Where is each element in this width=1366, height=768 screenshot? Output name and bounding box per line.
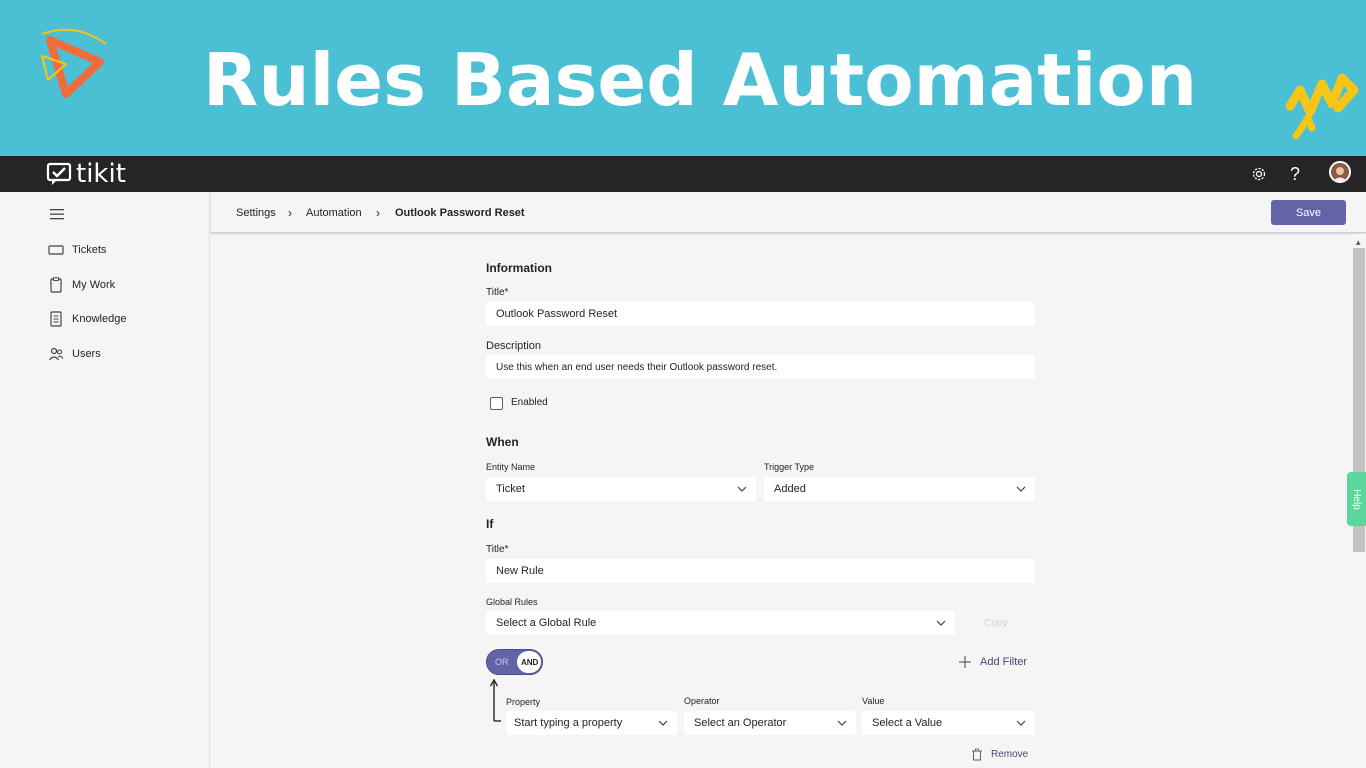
ticket-icon xyxy=(48,242,64,258)
banner-title: Rules Based Automation xyxy=(202,38,1198,122)
zigzag-decoration-icon xyxy=(1285,73,1359,140)
connector-arrow-icon xyxy=(489,678,501,722)
sidebar-item-knowledge[interactable]: Knowledge xyxy=(48,309,126,329)
remove-filter-button[interactable]: Remove xyxy=(971,748,1028,761)
global-rules-select[interactable]: Select a Global Rule xyxy=(486,611,955,635)
brand-name: tikit xyxy=(76,159,126,189)
global-rules-value: Select a Global Rule xyxy=(496,617,597,629)
title-input[interactable]: Outlook Password Reset xyxy=(486,302,1035,326)
chevron-down-icon xyxy=(1016,486,1026,492)
document-icon xyxy=(48,311,64,327)
operator-select[interactable]: Select an Operator xyxy=(684,711,856,735)
sidebar-item-label: My Work xyxy=(72,279,116,291)
chevron-down-icon xyxy=(737,486,747,492)
value-placeholder: Select a Value xyxy=(872,717,943,729)
trigger-type-value: Added xyxy=(774,483,806,495)
breadcrumb-automation[interactable]: Automation xyxy=(306,207,362,219)
trigger-type-label: Trigger Type xyxy=(764,462,815,472)
property-input[interactable]: Start typing a property xyxy=(506,711,677,735)
property-label: Property xyxy=(506,697,541,707)
brand-logo[interactable]: tikit xyxy=(46,158,126,190)
enabled-checkbox[interactable] xyxy=(490,397,503,410)
rule-title-label: Title* xyxy=(486,544,509,555)
sidebar-item-label: Tickets xyxy=(72,244,107,256)
sidebar-item-my-work[interactable]: My Work xyxy=(48,275,115,295)
chevron-down-icon xyxy=(837,720,847,726)
value-select[interactable]: Select a Value xyxy=(862,711,1035,735)
sidebar-item-label: Users xyxy=(72,348,101,360)
add-filter-button[interactable]: Add Filter xyxy=(958,655,1027,669)
breadcrumb-settings[interactable]: Settings xyxy=(236,207,276,219)
checkmark-logo-icon xyxy=(46,162,72,185)
help-tab[interactable]: Help xyxy=(1347,472,1366,526)
sidebar-item-label: Knowledge xyxy=(72,313,127,325)
hamburger-icon[interactable] xyxy=(50,208,64,220)
operator-label: Operator xyxy=(684,696,720,706)
scroll-up-icon[interactable]: ▴ xyxy=(1356,237,1361,248)
banner: Rules Based Automation xyxy=(0,0,1366,156)
toggle-and-label: AND xyxy=(521,658,539,667)
chevron-right-icon: › xyxy=(288,206,292,220)
description-input[interactable]: Use this when an end user needs their Ou… xyxy=(486,355,1035,379)
save-button[interactable]: Save xyxy=(1271,200,1346,225)
entity-name-value: Ticket xyxy=(496,483,525,495)
plus-icon xyxy=(959,656,971,668)
if-heading: If xyxy=(486,517,494,531)
information-heading: Information xyxy=(486,261,552,275)
description-label: Description xyxy=(486,340,542,352)
help-tab-label: Help xyxy=(1351,488,1363,510)
when-heading: When xyxy=(486,435,519,449)
breadcrumb-current: Outlook Password Reset xyxy=(395,207,525,219)
sidebar-item-tickets[interactable]: Tickets xyxy=(48,240,106,260)
trash-icon xyxy=(972,748,982,761)
chevron-down-icon xyxy=(936,620,946,626)
rule-title-input[interactable]: New Rule xyxy=(486,559,1035,583)
toggle-or-label: OR xyxy=(495,657,509,667)
remove-label: Remove xyxy=(991,749,1029,760)
sidebar: Tickets My Work Knowledge Users xyxy=(0,192,210,768)
operator-placeholder: Select an Operator xyxy=(694,717,787,729)
enabled-label: Enabled xyxy=(511,397,548,408)
gear-icon[interactable] xyxy=(1247,162,1271,186)
entity-name-label: Entity Name xyxy=(486,462,536,472)
help-icon[interactable]: ? xyxy=(1283,162,1307,186)
chevron-down-icon xyxy=(1016,720,1026,726)
property-placeholder: Start typing a property xyxy=(514,717,623,729)
chevron-down-icon xyxy=(658,720,668,726)
copy-button[interactable]: Copy xyxy=(984,618,1007,629)
entity-name-select[interactable]: Ticket xyxy=(486,477,756,501)
avatar[interactable] xyxy=(1329,161,1351,183)
value-label: Value xyxy=(862,696,885,706)
clipboard-icon xyxy=(48,277,64,293)
app-topbar: tikit ? xyxy=(0,156,1366,192)
global-rules-label: Global Rules xyxy=(486,597,538,607)
sidebar-item-users[interactable]: Users xyxy=(48,344,101,364)
chevron-right-icon: › xyxy=(376,206,380,220)
users-icon xyxy=(48,346,64,362)
trigger-type-select[interactable]: Added xyxy=(764,477,1035,501)
add-filter-label: Add Filter xyxy=(980,656,1028,668)
page-header: Settings › Automation › Outlook Password… xyxy=(211,193,1366,233)
title-label: Title* xyxy=(486,287,509,298)
